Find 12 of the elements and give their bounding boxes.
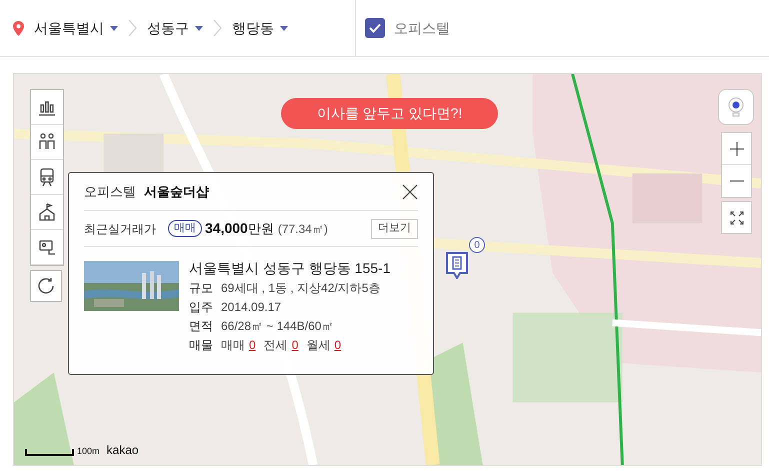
checkbox[interactable] [365,18,385,38]
region-dropdown[interactable]: 성동구 [147,18,203,38]
chevron-right-icon [128,19,137,37]
caret-down-icon [110,26,118,30]
filter-label: 오피스텔 [394,18,450,38]
caret-down-icon [280,26,288,30]
caret-down-icon [195,26,203,30]
chevron-right-icon [213,19,222,37]
location-pin-icon [13,20,24,36]
check-icon [369,23,381,33]
region-dropdown[interactable]: 행당동 [232,18,288,38]
region-dropdown[interactable]: 서울특별시 [34,18,118,38]
